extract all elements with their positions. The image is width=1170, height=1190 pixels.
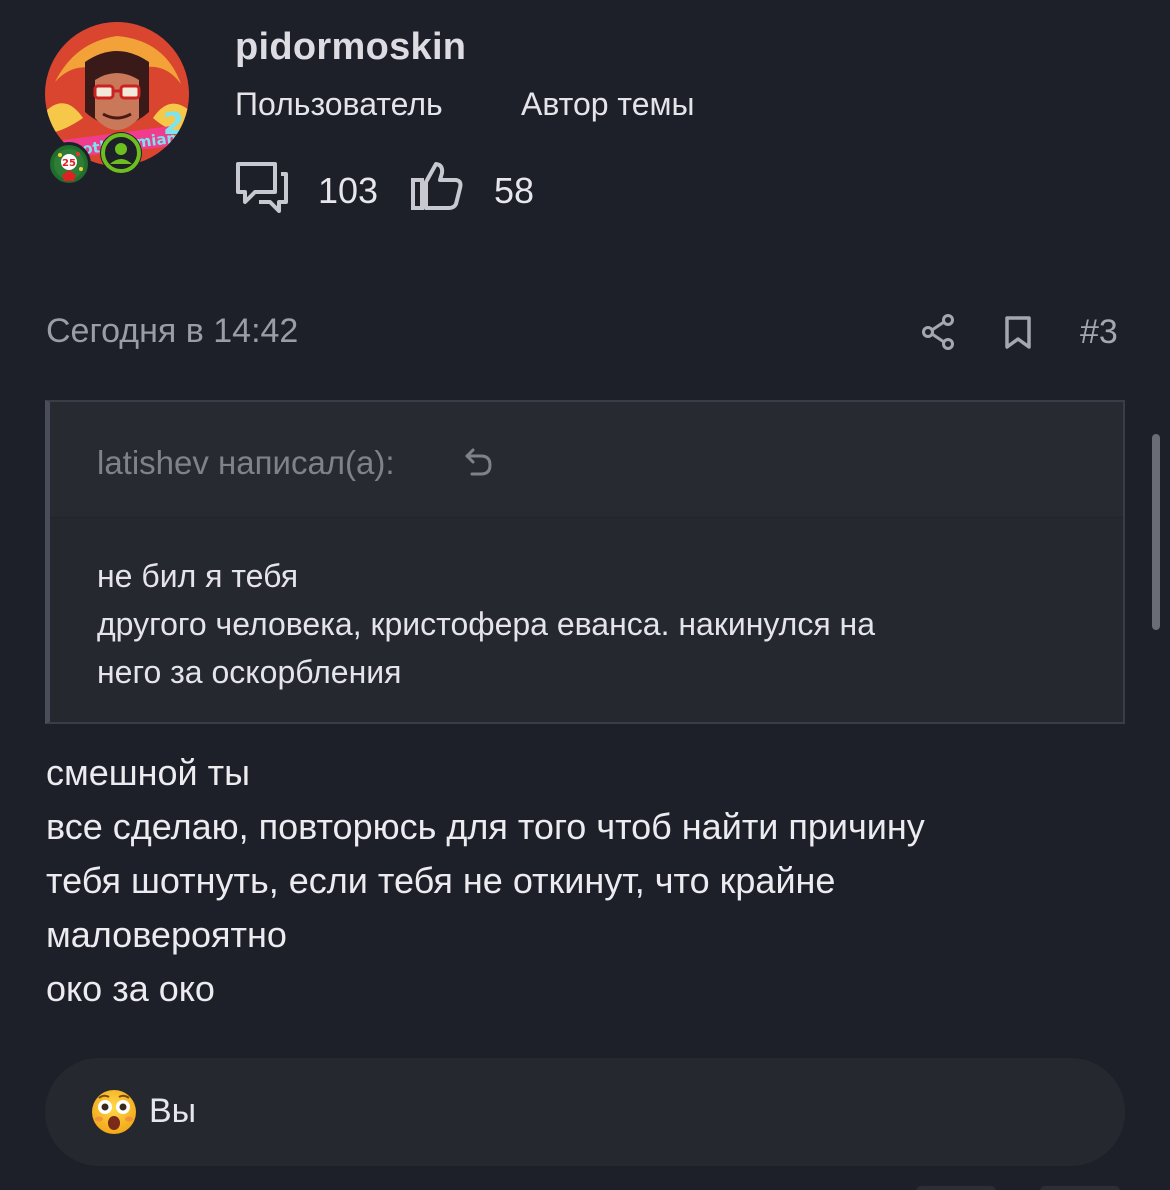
quote-line: не бил я тебя (97, 558, 299, 594)
message-line: тебя шотнуть, если тебя не откинут, что … (46, 860, 836, 901)
bottom-action-pill[interactable] (916, 1186, 996, 1190)
anniversary-badge[interactable]: 25 (47, 142, 91, 186)
messages-icon (236, 162, 288, 213)
message-body: смешной ты все сделаю, повторюсь для тог… (46, 746, 1126, 1016)
quote-header: latishev написал(а): (50, 402, 1123, 518)
astonished-face-icon (92, 1090, 136, 1134)
thread-author-badge: Автор темы (521, 86, 695, 122)
message-line: все сделаю, повторюсь для того чтоб найт… (46, 806, 925, 847)
message-line: око за око (46, 968, 215, 1009)
quote-author[interactable]: latishev написал(а): (97, 444, 395, 482)
badge-number: 25 (62, 158, 76, 169)
message-line: смешной ты (46, 752, 251, 793)
svg-text:2: 2 (163, 107, 184, 142)
scrollbar-thumb[interactable] (1152, 434, 1160, 630)
messages-count: 103 (318, 170, 379, 211)
share-icon[interactable] (921, 314, 955, 350)
message-line: маловероятно (46, 914, 287, 955)
quote-block: latishev написал(а): не бил я тебя друго… (45, 400, 1125, 724)
bottom-action-pill[interactable] (1040, 1186, 1120, 1190)
quote-line: него за оскорбления (97, 654, 402, 690)
bookmark-icon[interactable] (1004, 316, 1032, 350)
post-number-link[interactable]: #3 (1080, 313, 1118, 352)
go-to-quote-icon[interactable] (463, 446, 495, 478)
quote-content: не бил я тебя другого человека, кристофе… (97, 552, 1097, 696)
likes-count: 58 (494, 170, 535, 211)
user-role: Пользователь (235, 86, 443, 122)
quote-line: другого человека, кристофера еванса. нак… (97, 606, 876, 642)
reactions-bar[interactable]: Вы (45, 1058, 1125, 1166)
reaction-users[interactable]: Вы (149, 1092, 196, 1131)
username[interactable]: pidormoskin (235, 26, 466, 69)
avatar[interactable]: hotline miami 2 25 (45, 22, 191, 186)
post-timestamp[interactable]: Сегодня в 14:42 (46, 312, 298, 351)
user-circle-icon (101, 133, 141, 173)
thumbs-up-icon (411, 162, 463, 210)
forum-post: hotline miami 2 25 pidormoskin П (0, 0, 1170, 1190)
user-status-badge[interactable] (100, 132, 142, 174)
